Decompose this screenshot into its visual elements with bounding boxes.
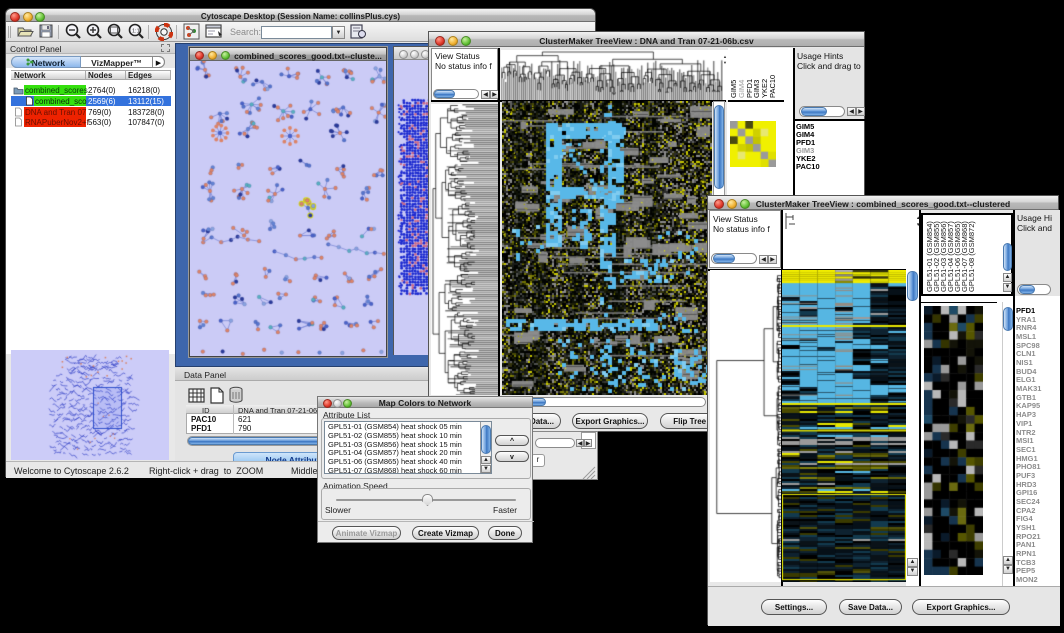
svg-text:1:1: 1:1 [132, 29, 140, 35]
